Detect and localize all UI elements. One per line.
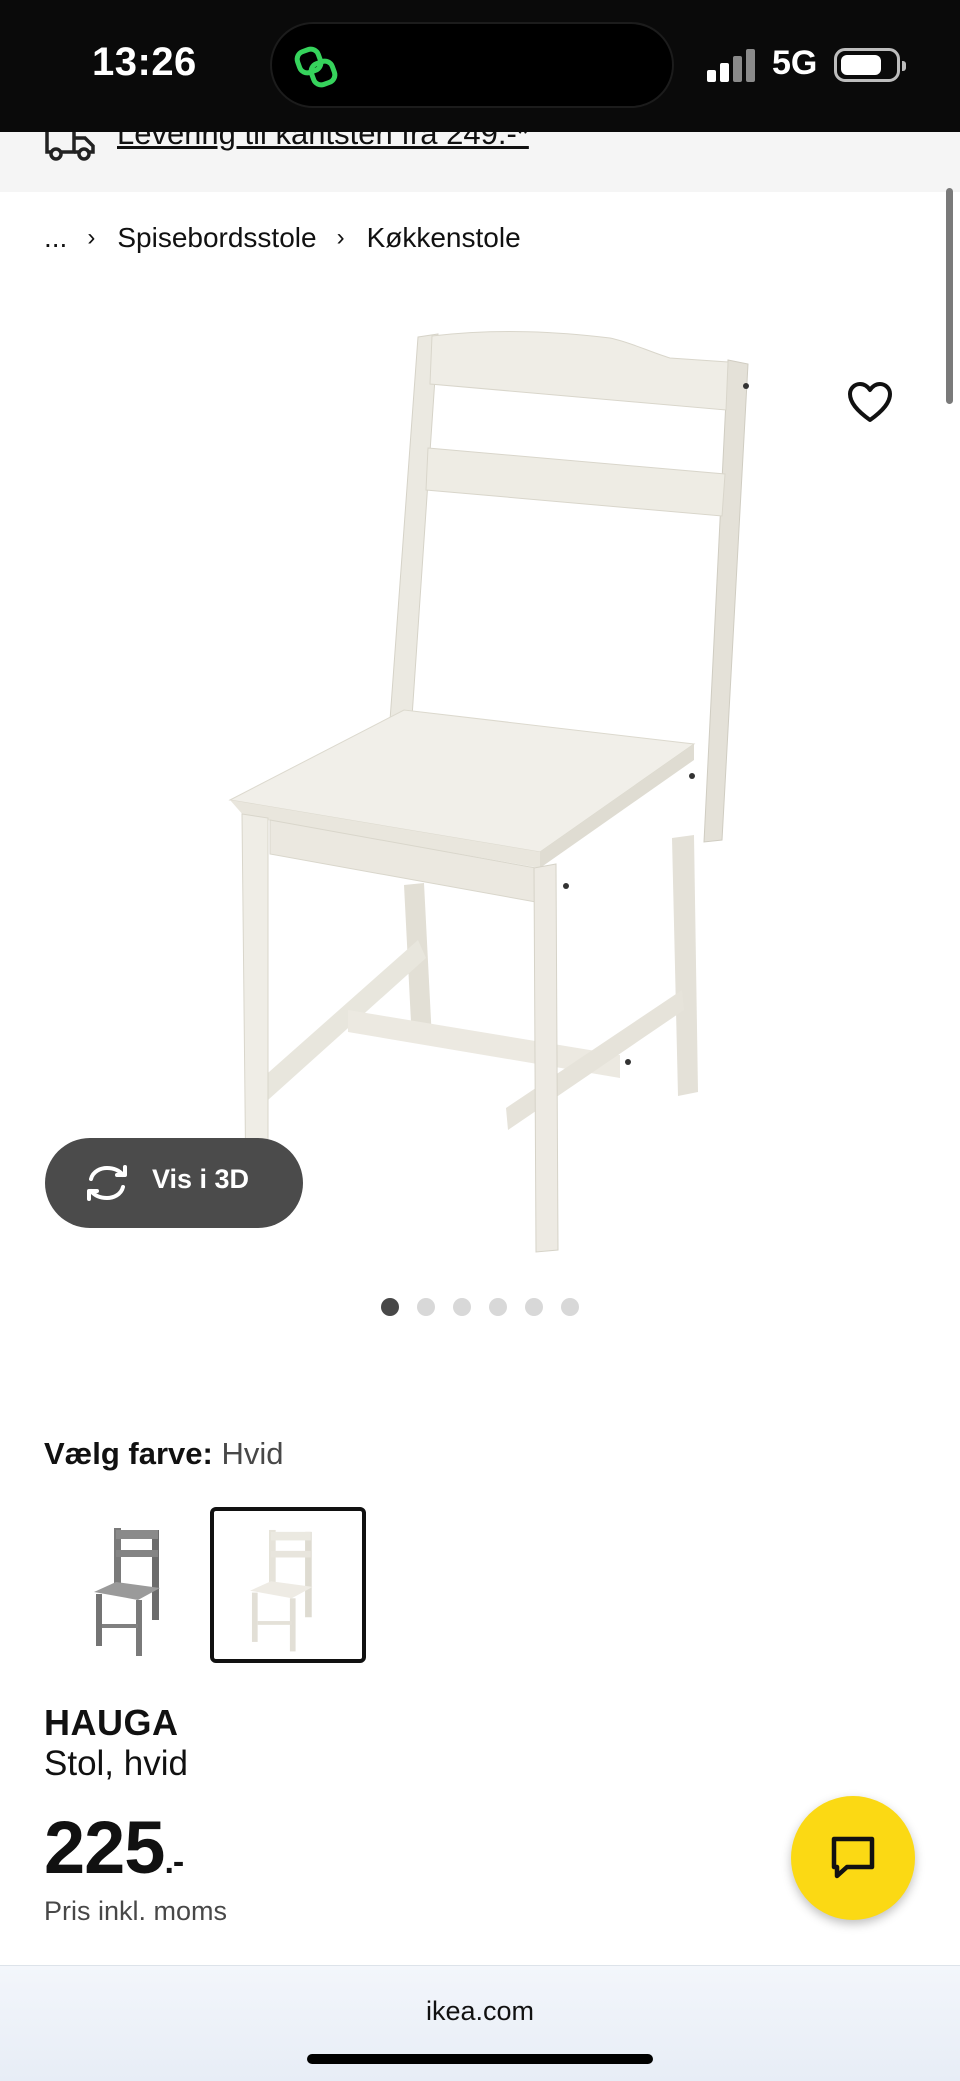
color-swatch-white[interactable] xyxy=(210,1507,366,1663)
network-label: 5G xyxy=(772,44,818,82)
truck-icon xyxy=(45,132,95,161)
chat-button[interactable] xyxy=(791,1796,915,1920)
carousel-dot[interactable] xyxy=(453,1298,471,1316)
delivery-link[interactable]: Levering til kantsten fra 249.-* xyxy=(117,132,529,152)
product-description: Stol, hvid xyxy=(44,1744,188,1783)
selected-color: Hvid xyxy=(221,1436,284,1471)
breadcrumb-item-dining-chairs[interactable]: Spisebordsstole xyxy=(117,222,316,254)
browser-url-bar[interactable]: ikea.com xyxy=(0,1965,960,2081)
color-picker-label: Vælg farve: Hvid xyxy=(44,1436,283,1472)
product-name: HAUGA xyxy=(44,1702,179,1743)
chevron-right-icon: › xyxy=(87,224,96,251)
status-bar: 13:26 5G xyxy=(0,0,960,132)
carousel-dot[interactable] xyxy=(561,1298,579,1316)
carousel-dot[interactable] xyxy=(489,1298,507,1316)
heart-icon[interactable] xyxy=(846,380,894,424)
color-label-text: Vælg farve: xyxy=(44,1436,213,1471)
rotate-3d-icon xyxy=(87,1165,127,1201)
url-text[interactable]: ikea.com xyxy=(0,1996,960,2027)
price-amount: 225 xyxy=(44,1806,165,1889)
carousel-dots xyxy=(381,1298,579,1316)
breadcrumb: ... › Spisebordsstole › Køkkenstole xyxy=(44,218,521,258)
breadcrumb-item-kitchen-chairs[interactable]: Køkkenstole xyxy=(367,222,521,254)
view-3d-button[interactable]: Vis i 3D xyxy=(45,1138,303,1228)
chat-bubble-icon xyxy=(831,1836,875,1879)
chevron-right-icon: › xyxy=(336,224,345,251)
link-icon xyxy=(294,46,338,88)
status-time: 13:26 xyxy=(92,40,197,84)
color-swatch-grey[interactable] xyxy=(56,1508,212,1664)
price-note: Pris inkl. moms xyxy=(44,1896,228,1926)
carousel-dot[interactable] xyxy=(525,1298,543,1316)
delivery-banner[interactable]: Levering til kantsten fra 249.-* xyxy=(0,132,960,192)
signal-icon xyxy=(707,48,757,82)
battery-icon xyxy=(834,48,906,82)
home-indicator[interactable] xyxy=(307,2054,653,2064)
product-image[interactable] xyxy=(200,320,760,1260)
carousel-dot[interactable] xyxy=(417,1298,435,1316)
view-3d-label: Vis i 3D xyxy=(152,1164,250,1194)
product-price: 225.- xyxy=(44,1805,184,1890)
carousel-dot[interactable] xyxy=(381,1298,399,1316)
breadcrumb-ellipsis[interactable]: ... xyxy=(44,222,67,254)
price-suffix: .- xyxy=(164,1843,184,1881)
dynamic-island xyxy=(270,22,674,108)
grey-chair-thumbnail xyxy=(94,1528,160,1656)
scrollbar[interactable] xyxy=(946,188,953,404)
white-chair-thumbnail xyxy=(250,1529,313,1652)
